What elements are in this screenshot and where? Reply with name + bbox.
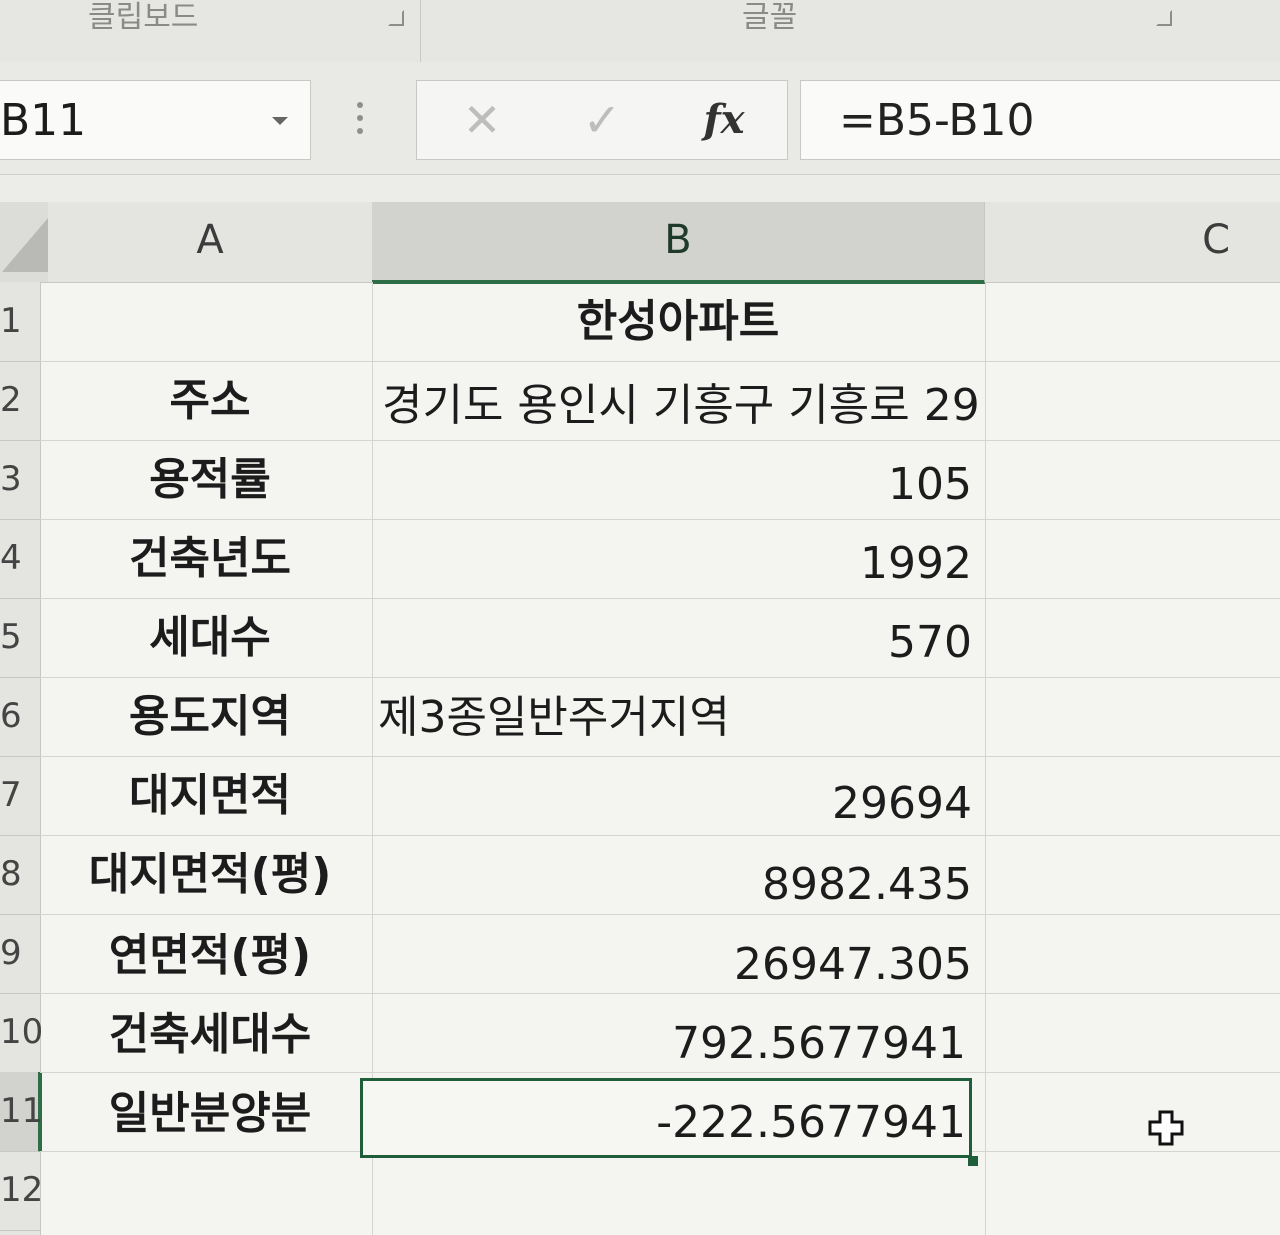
row-header[interactable]: 5 [0, 598, 40, 678]
formula-buttons: ✕ ✓ fx [416, 80, 788, 160]
ribbon-group-font-label: 글꼴 [742, 0, 798, 35]
cell-b7[interactable]: 29694 [372, 764, 972, 843]
ribbon-separator [420, 0, 421, 62]
row-header-selected[interactable]: 11 [0, 1072, 43, 1152]
name-box[interactable]: B11 [0, 80, 311, 160]
row-header[interactable]: 4 [0, 519, 40, 599]
clipboard-dialog-launcher-icon[interactable] [388, 10, 404, 26]
cell-a2[interactable]: 주소 [48, 361, 372, 440]
cell-a9[interactable]: 연면적(평) [48, 916, 372, 995]
row-header[interactable]: 6 [0, 677, 40, 757]
cell-b9[interactable]: 26947.305 [372, 925, 972, 1004]
row-header[interactable]: 1 [0, 282, 40, 362]
row-header[interactable]: 7 [0, 756, 40, 836]
cell-select-cursor-icon [1148, 1110, 1184, 1146]
name-box-value: B11 [0, 95, 87, 146]
cell-b4[interactable]: 1992 [372, 524, 972, 603]
ribbon-group-clipboard-label: 클립보드 [88, 0, 199, 35]
select-all-triangle-icon [2, 218, 48, 272]
cell-b8[interactable]: 8982.435 [372, 845, 972, 924]
cell-a6[interactable]: 용도지역 [48, 677, 372, 756]
formula-input[interactable]: =B5-B10 [800, 80, 1280, 160]
close-icon[interactable]: ✕ [437, 81, 527, 159]
column-header-row: A B C [0, 202, 1280, 284]
row-header[interactable]: 12 [0, 1151, 43, 1231]
formula-text: =B5-B10 [839, 95, 1035, 146]
insert-function-button[interactable]: fx [679, 81, 769, 159]
cell-a10[interactable]: 건축세대수 [48, 995, 372, 1074]
cell-a8[interactable]: 대지면적(평) [44, 835, 376, 914]
cell-b1-title[interactable]: 한성아파트 [372, 282, 984, 361]
column-header-b[interactable]: B [372, 202, 985, 284]
cell-b10[interactable]: 792.5677941 [360, 1004, 966, 1083]
cell-b11[interactable]: -222.5677941 [360, 1083, 966, 1162]
cell-a5[interactable]: 세대수 [48, 598, 372, 677]
cell-a3[interactable]: 용적률 [48, 440, 372, 519]
cell-b2[interactable]: 경기도 용인시 기흥구 기흥로 29 [382, 366, 980, 445]
column-header-a[interactable]: A [48, 202, 373, 282]
check-icon[interactable]: ✓ [557, 81, 647, 159]
column-header-c-label: C [1202, 217, 1230, 263]
row-header[interactable]: 10 [0, 993, 43, 1073]
cell-b5[interactable]: 570 [372, 603, 972, 682]
row-header-column: 1 2 3 4 5 6 7 8 9 10 11 12 [0, 282, 43, 1235]
row-header[interactable]: 8 [0, 835, 40, 915]
cell-a11[interactable]: 일반분양분 [48, 1074, 372, 1153]
formula-bar-resize-handle-icon[interactable] [357, 102, 365, 141]
select-all-button[interactable] [0, 202, 48, 282]
cell-a7[interactable]: 대지면적 [48, 756, 372, 835]
cell-b3[interactable]: 105 [372, 445, 972, 524]
cell-a4[interactable]: 건축년도 [48, 519, 372, 598]
chevron-down-icon[interactable] [272, 117, 288, 125]
fill-handle[interactable] [968, 1156, 978, 1166]
gridline [985, 282, 986, 1235]
formula-bar: B11 ✕ ✓ fx =B5-B10 [0, 62, 1280, 175]
font-dialog-launcher-icon[interactable] [1156, 10, 1172, 26]
cell-b6[interactable]: 제3종일반주거지역 [378, 678, 730, 757]
row-header[interactable]: 3 [0, 440, 40, 520]
row-header[interactable]: 2 [0, 361, 40, 441]
row-header[interactable]: 9 [0, 914, 40, 994]
column-header-c[interactable]: C [985, 202, 1280, 282]
ribbon-group-strip: 클립보드 글꼴 [0, 0, 1280, 63]
